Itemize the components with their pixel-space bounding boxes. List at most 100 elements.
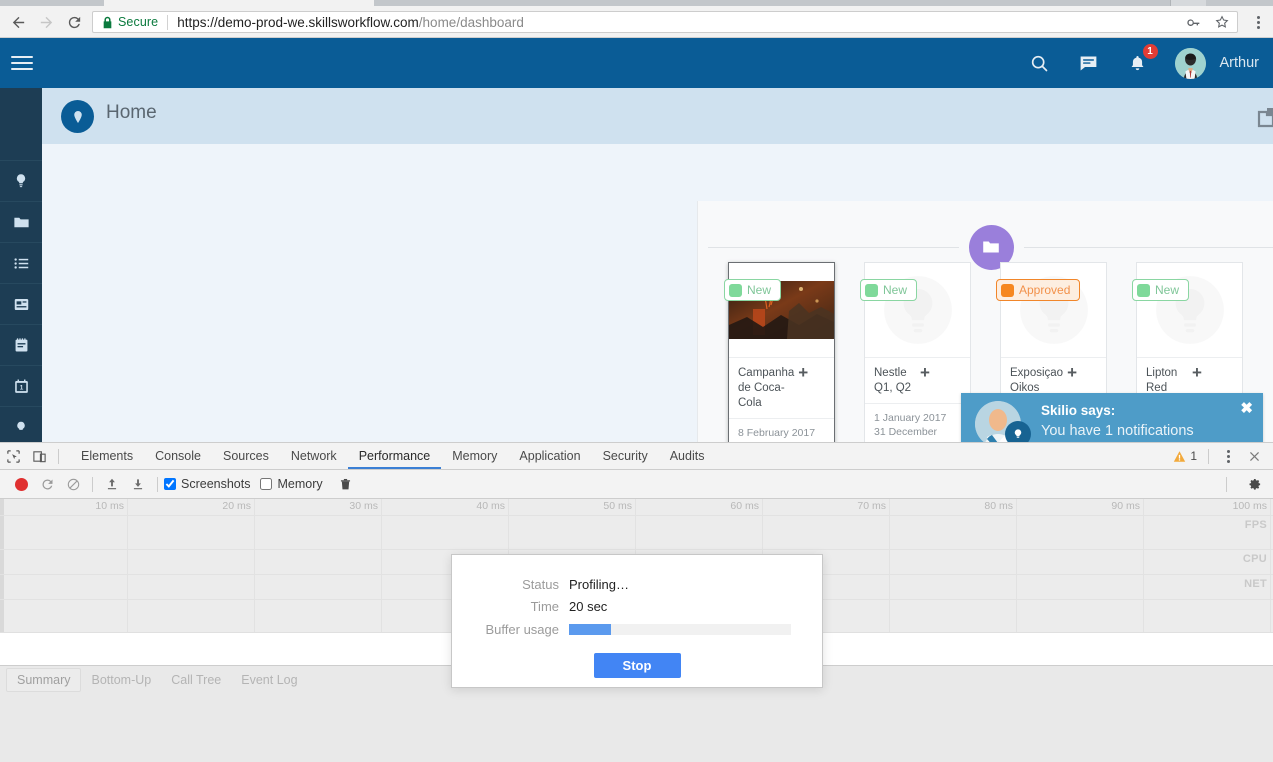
project-card[interactable]: New Nestle Q1, Q2 + 1 January 2017 31 De… xyxy=(864,262,971,442)
drawer-tab-event-log[interactable]: Event Log xyxy=(231,669,307,691)
load-profile-button[interactable] xyxy=(99,471,125,497)
sidebar-item-more[interactable] xyxy=(0,407,42,442)
sidebar-item-briefs[interactable] xyxy=(0,284,42,325)
back-button[interactable] xyxy=(8,12,28,32)
page-icon-circle xyxy=(61,100,94,133)
timeline-lane-net: NET xyxy=(1244,578,1267,590)
devtools-tabbar: Elements Console Sources Network Perform… xyxy=(0,443,1273,470)
card-thumbnail xyxy=(729,263,834,358)
bookmark-star-icon[interactable] xyxy=(1214,14,1230,30)
devtools-tab-list: Elements Console Sources Network Perform… xyxy=(70,443,715,469)
card-title: Nestle Q1, Q2 xyxy=(874,366,916,396)
avatar[interactable] xyxy=(1175,48,1206,79)
timeline-tick: 30 ms xyxy=(381,499,382,632)
devtools-menu-button[interactable] xyxy=(1220,448,1236,464)
timeline-tick-label: 100 ms xyxy=(1233,500,1267,512)
tab-elements[interactable]: Elements xyxy=(70,443,144,469)
drawer-tab-summary[interactable]: Summary xyxy=(6,668,81,692)
timeline-tick: 70 ms xyxy=(889,499,890,632)
memory-checkbox-input[interactable] xyxy=(260,478,272,490)
reload-and-record-button[interactable] xyxy=(34,471,60,497)
search-icon[interactable] xyxy=(1028,51,1052,75)
lightbulb-icon xyxy=(12,172,30,190)
memory-checkbox[interactable]: Memory xyxy=(260,477,322,491)
notification-toast[interactable]: Skilio says: You have 1 notifications ✖ xyxy=(961,393,1263,442)
settings-gear-icon[interactable] xyxy=(1241,471,1267,497)
tab-performance[interactable]: Performance xyxy=(348,443,442,469)
status-label: New xyxy=(1155,283,1179,297)
messages-icon[interactable] xyxy=(1077,51,1101,75)
record-button[interactable] xyxy=(8,471,34,497)
collect-garbage-button[interactable] xyxy=(333,471,359,497)
sidebar-spacer xyxy=(0,88,42,161)
timeline-tick: 10 ms xyxy=(127,499,128,632)
warning-icon xyxy=(1173,450,1186,463)
profiling-dialog: Status Profiling… Time 20 sec Buffer usa… xyxy=(451,554,823,688)
clear-recording-button[interactable] xyxy=(60,471,86,497)
status-value: Profiling… xyxy=(569,577,629,592)
forward-button[interactable] xyxy=(36,12,56,32)
tab-console[interactable]: Console xyxy=(144,443,212,469)
trash-icon xyxy=(339,478,352,491)
warning-counter[interactable]: 1 xyxy=(1173,449,1197,463)
buffer-label: Buffer usage xyxy=(452,622,569,637)
timeline-tick-label: 10 ms xyxy=(95,500,124,512)
tab-application[interactable]: Application xyxy=(508,443,591,469)
toast-message: You have 1 notifications xyxy=(1041,423,1194,439)
close-icon[interactable]: ✖ xyxy=(1240,399,1253,417)
browser-menu-button[interactable] xyxy=(1250,14,1266,30)
tab-audits[interactable]: Audits xyxy=(659,443,716,469)
inspect-element-icon[interactable] xyxy=(0,443,26,469)
timeline-tick-label: 20 ms xyxy=(222,500,251,512)
browser-omnibar: Secure https://demo-prod-we.skillsworkfl… xyxy=(0,6,1273,38)
sidebar-item-tasks[interactable] xyxy=(0,243,42,284)
password-key-icon[interactable] xyxy=(1186,14,1202,30)
status-badge: New xyxy=(860,279,917,301)
drawer-tab-bottom-up[interactable]: Bottom-Up xyxy=(81,669,161,691)
add-icon[interactable]: + xyxy=(798,366,826,379)
card-date-start: 8 February 2017 xyxy=(738,426,825,440)
close-icon[interactable] xyxy=(1241,443,1267,469)
card-title: Exposiçao Oikos xyxy=(1010,366,1063,396)
sidebar-item-projects[interactable] xyxy=(0,202,42,243)
timeline-tick-label: 90 ms xyxy=(1111,500,1140,512)
sidebar-item-calendar[interactable]: 1 xyxy=(0,366,42,407)
notepad-icon xyxy=(12,336,31,355)
timeline-left-gutter xyxy=(0,499,4,632)
tab-network[interactable]: Network xyxy=(280,443,348,469)
add-icon[interactable]: + xyxy=(920,366,962,379)
tab-sources[interactable]: Sources xyxy=(212,443,280,469)
device-toolbar-icon[interactable] xyxy=(26,443,52,469)
drawer-tab-call-tree[interactable]: Call Tree xyxy=(161,669,231,691)
card-dates: 8 February 2017 8 August 2017 xyxy=(729,418,834,442)
timeline-lane-divider xyxy=(0,549,1273,550)
add-icon[interactable]: + xyxy=(1192,366,1234,379)
reload-button[interactable] xyxy=(64,12,84,32)
toolbar-divider xyxy=(157,477,158,492)
tab-security[interactable]: Security xyxy=(592,443,659,469)
add-icon[interactable]: + xyxy=(1067,366,1098,379)
status-color-swatch xyxy=(865,284,878,297)
time-label: Time xyxy=(452,599,569,614)
tab-memory[interactable]: Memory xyxy=(441,443,508,469)
address-bar[interactable]: Secure https://demo-prod-we.skillsworkfl… xyxy=(92,11,1238,33)
lightbulb-outline-icon xyxy=(12,418,30,436)
sidebar-item-planning[interactable] xyxy=(0,325,42,366)
project-card[interactable]: New Campanha de Coca-Cola + 8 February 2… xyxy=(728,262,835,442)
status-row: Status Profiling… xyxy=(452,577,822,592)
timeline-tick: 90 ms xyxy=(1143,499,1144,632)
stop-button[interactable]: Stop xyxy=(594,653,681,678)
sidebar-item-idea[interactable] xyxy=(0,161,42,202)
memory-label: Memory xyxy=(277,477,322,491)
screenshots-checkbox-input[interactable] xyxy=(164,478,176,490)
screenshots-checkbox[interactable]: Screenshots xyxy=(164,477,250,491)
page-header-action-icon[interactable] xyxy=(1251,106,1273,133)
menu-toggle-button[interactable] xyxy=(11,52,33,74)
toolbar-divider xyxy=(58,449,59,464)
location-pin-icon xyxy=(69,108,87,126)
buffer-row: Buffer usage xyxy=(452,622,822,637)
card-thumbnail xyxy=(1137,263,1242,358)
notifications-icon[interactable]: 1 xyxy=(1126,51,1150,75)
save-profile-button[interactable] xyxy=(125,471,151,497)
security-indicator[interactable]: Secure xyxy=(93,15,158,29)
